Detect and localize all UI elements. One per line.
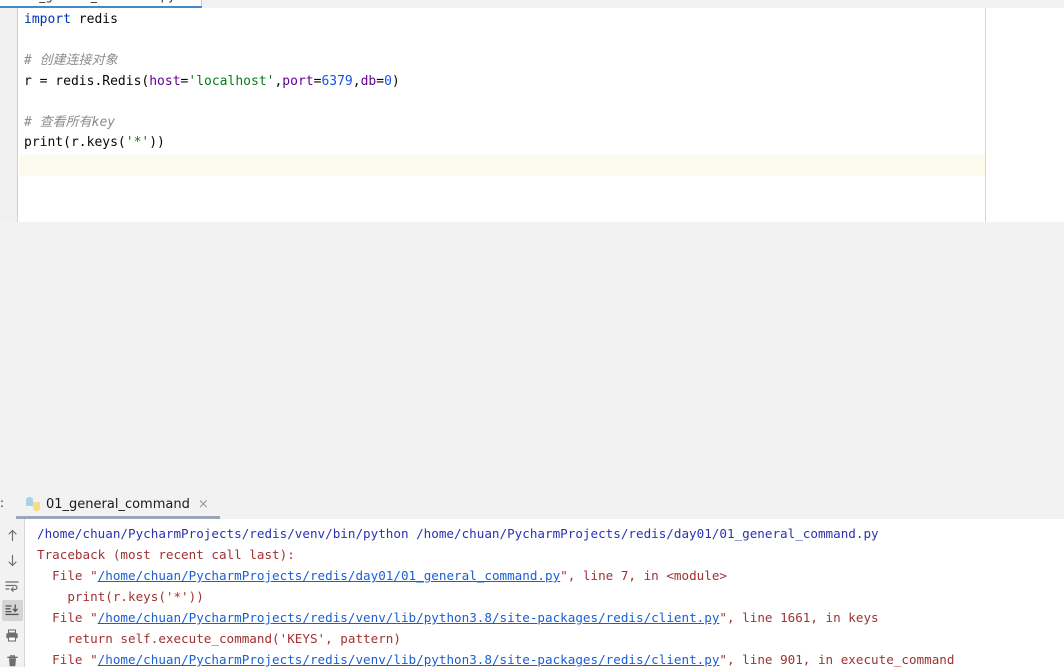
text-span: ) [391, 73, 400, 89]
text-span: print(r.keys('*')) [37, 589, 204, 604]
pycharm-window: 01_general_command.py import redis # 创建连… [0, 0, 1064, 667]
close-icon[interactable]: × [198, 498, 209, 511]
soft-wrap-icon[interactable] [2, 575, 23, 596]
clear-all-icon[interactable] [2, 650, 23, 667]
text-span: # 查看所有key [24, 114, 116, 130]
console-line: print(r.keys('*')) [37, 586, 1064, 607]
text-span: Traceback (most recent call last): [37, 547, 295, 562]
code-editor-pane[interactable]: import redis # 创建连接对象 r = redis.Redis(hos… [0, 8, 1064, 222]
code-line: r = redis.Redis(host='localhost',port=63… [24, 72, 974, 93]
run-tool-window: : 01_general_command × /home/chuan/Pycha… [0, 245, 1064, 667]
scroll-to-end-icon[interactable] [1, 600, 23, 621]
console-line: File "/home/chuan/PycharmProjects/redis/… [37, 649, 1064, 667]
text-span: host [149, 73, 181, 89]
file-path-link[interactable]: /home/chuan/PycharmProjects/redis/venv/l… [98, 652, 720, 667]
print-icon[interactable] [2, 625, 23, 646]
text-span: 0 [384, 73, 392, 89]
rerun-up-icon[interactable] [2, 525, 23, 546]
text-span: ", line 1661, in keys [719, 610, 879, 625]
console-line: Traceback (most recent call last): [37, 544, 1064, 565]
text-span: )) [149, 135, 165, 150]
console-line: return self.execute_command('KEYS', patt… [37, 628, 1064, 649]
console-line: File "/home/chuan/PycharmProjects/redis/… [37, 607, 1064, 628]
editor-gutter[interactable] [0, 8, 18, 222]
code-line: # 查看所有key [24, 113, 974, 134]
run-tab-label: 01_general_command [46, 496, 190, 512]
console-line: File "/home/chuan/PycharmProjects/redis/… [37, 565, 1064, 586]
text-span: port [282, 73, 314, 89]
file-path-link[interactable]: /home/chuan/PycharmProjects/redis/venv/l… [98, 610, 720, 625]
text-span: ", line 901, in execute_command [719, 652, 955, 667]
text-span: r = redis.Redis( [24, 73, 150, 89]
code-line: print(r.keys('*')) [24, 133, 974, 154]
file-path-link[interactable]: /home/chuan/PycharmProjects/redis/day01/… [98, 568, 561, 583]
console-line: /home/chuan/PycharmProjects/redis/venv/b… [37, 523, 1064, 544]
panel-splitter[interactable] [0, 222, 1064, 245]
text-span: 6379 [321, 73, 353, 89]
text-span: ", line 7, in <module> [560, 568, 727, 583]
text-span: File " [37, 652, 98, 667]
code-line: # 创建连接对象 [24, 51, 974, 72]
rerun-down-icon[interactable] [2, 550, 23, 571]
text-span: print(r.keys( [24, 135, 126, 150]
text-span: return self.execute_command('KEYS', patt… [37, 631, 401, 646]
editor-tab-bar: 01_general_command.py [0, 0, 1064, 8]
run-window-label: : [0, 496, 5, 510]
editor-tab-label: 01_general_command.py [24, 0, 175, 3]
editor-right-margin-strip [985, 8, 1064, 222]
text-span: , [352, 73, 361, 89]
console-output[interactable]: /home/chuan/PycharmProjects/redis/venv/b… [25, 519, 1064, 667]
source-code-text[interactable]: import redis # 创建连接对象 r = redis.Redis(hos… [24, 10, 974, 154]
text-span: /home/chuan/PycharmProjects/redis/venv/b… [37, 526, 879, 541]
python-file-icon [26, 497, 40, 511]
text-span: File " [37, 610, 98, 625]
text-span: # 创建连接对象 [24, 53, 118, 68]
text-span: '*' [125, 135, 150, 150]
text-span: 'localhost' [188, 73, 275, 89]
code-line: import redis [24, 10, 974, 31]
console-side-toolbar [0, 519, 25, 667]
text-span: redis [70, 12, 118, 27]
text-span: import [24, 12, 71, 27]
text-span: = [376, 73, 385, 89]
text-span: File " [37, 568, 98, 583]
current-line-highlight [19, 155, 985, 176]
text-span: db [360, 73, 377, 89]
run-tab-01-general-command[interactable]: 01_general_command × [22, 491, 217, 517]
